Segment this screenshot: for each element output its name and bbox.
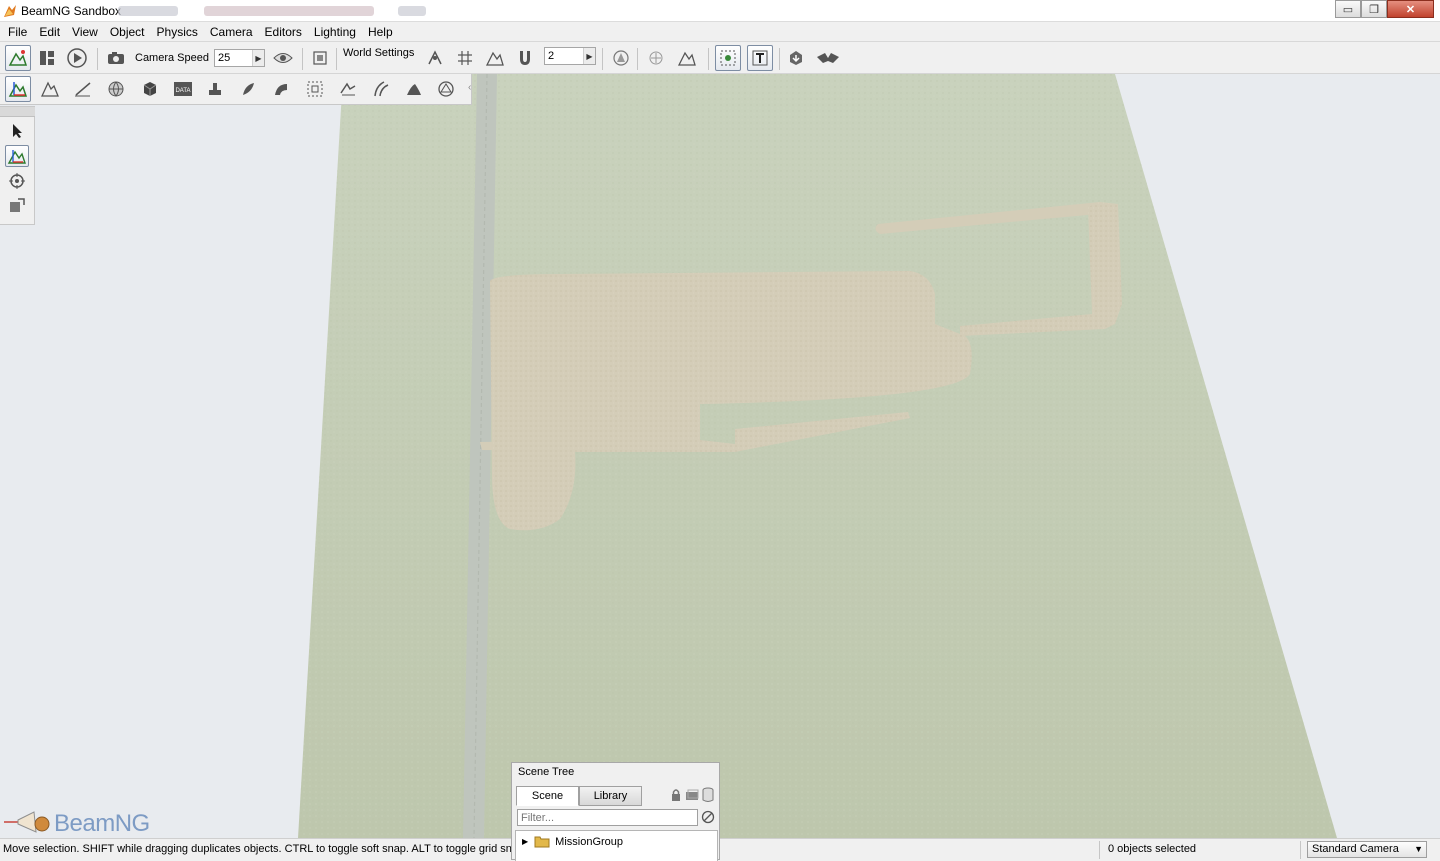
chevron-right-icon[interactable]: ▶ — [583, 48, 595, 64]
tool-palette — [0, 106, 35, 225]
blurred-tabs — [118, 4, 428, 18]
tab-library[interactable]: Library — [579, 786, 642, 806]
world-editor-icon[interactable] — [5, 45, 31, 71]
camera-mode-value: Standard Camera — [1312, 843, 1399, 855]
terrain-view — [298, 74, 1337, 838]
tree-item-label: MissionGroup — [555, 835, 624, 848]
decal-editor-icon[interactable] — [202, 76, 228, 102]
group-icon[interactable] — [685, 787, 699, 803]
camera-speed-field[interactable]: 25 ▶ — [214, 49, 265, 67]
text-mode-icon[interactable] — [747, 45, 773, 71]
terrain-snap-icon[interactable] — [482, 45, 508, 71]
terrain-painter-icon[interactable] — [70, 76, 96, 102]
menu-physics[interactable]: Physics — [151, 22, 204, 42]
menu-view[interactable]: View — [66, 22, 104, 42]
chevron-down-icon[interactable]: ▼ — [1414, 842, 1423, 857]
beamng-app-icon — [4, 5, 16, 17]
world-settings-label[interactable]: World Settings — [343, 47, 414, 59]
logo-mark-icon — [4, 811, 50, 833]
palette-grip[interactable] — [0, 107, 35, 117]
menu-bar: File Edit View Object Physics Camera Edi… — [0, 22, 1440, 42]
tree-item-missiongroup[interactable]: ▶ MissionGroup — [522, 835, 623, 848]
menu-editors[interactable]: Editors — [259, 22, 308, 42]
window-title: BeamNG Sandbox — [21, 4, 122, 18]
3d-viewport[interactable] — [0, 74, 1440, 838]
layout-icon[interactable] — [34, 45, 60, 71]
snap-value-field[interactable]: 2 ▶ — [544, 47, 596, 65]
river-editor-icon[interactable] — [335, 76, 361, 102]
frame-icon[interactable] — [307, 45, 333, 71]
toolbar-collapse-icon[interactable]: ‹ — [468, 82, 471, 93]
camera-speed-label: Camera Speed — [135, 52, 209, 64]
menu-lighting[interactable]: Lighting — [308, 22, 362, 42]
scene-filter-input[interactable] — [517, 809, 698, 826]
eye-icon[interactable] — [270, 45, 296, 71]
clear-filter-icon[interactable] — [701, 809, 715, 825]
menu-file[interactable]: File — [2, 22, 33, 42]
select-arrow-icon[interactable] — [5, 120, 29, 142]
logo-text: BeamNG — [54, 810, 150, 837]
object-snap-icon[interactable] — [674, 45, 700, 71]
terrain-editor-icon[interactable] — [37, 76, 63, 102]
camera-icon[interactable] — [103, 45, 129, 71]
status-message: Move selection. SHIFT while dragging dup… — [3, 843, 511, 855]
menu-camera[interactable]: Camera — [204, 22, 259, 42]
lock-icon[interactable] — [669, 787, 683, 803]
rotate-tool-icon[interactable] — [5, 170, 29, 192]
title-bar: BeamNG Sandbox ▭ ❐ ✕ — [0, 0, 1440, 22]
main-toolbar: Camera Speed 25 ▶ World Settings 2 ▶ — [0, 43, 1440, 74]
scale-tool-icon[interactable] — [5, 195, 29, 217]
convex-editor-icon[interactable] — [302, 76, 328, 102]
mesh-road-editor-icon[interactable] — [268, 76, 294, 102]
camera-speed-value[interactable]: 25 — [215, 50, 252, 66]
expand-arrow-icon[interactable]: ▶ — [522, 837, 528, 846]
menu-edit[interactable]: Edit — [33, 22, 66, 42]
datablock-editor-icon[interactable]: DATA — [170, 76, 196, 102]
camera-mode-select[interactable]: Standard Camera ▼ — [1307, 841, 1427, 858]
magnet-icon[interactable] — [512, 45, 538, 71]
center-icon[interactable] — [643, 45, 669, 71]
forest-editor-icon[interactable] — [235, 76, 261, 102]
bounds-icon[interactable] — [608, 45, 634, 71]
snap-settings-icon[interactable] — [422, 45, 448, 71]
drop-icon[interactable] — [783, 45, 809, 71]
move-tool-icon[interactable] — [5, 145, 29, 167]
scene-tree-title: Scene Tree — [518, 766, 575, 778]
tab-scene[interactable]: Scene — [516, 786, 579, 806]
select-mode-icon[interactable] — [715, 45, 741, 71]
fly-icon[interactable] — [815, 45, 841, 71]
decal-road-editor-icon[interactable] — [401, 76, 427, 102]
scene-tree-list: ▶ MissionGroup — [515, 830, 718, 861]
object-editor-icon[interactable] — [5, 76, 31, 102]
folder-icon — [534, 836, 550, 848]
minimize-button[interactable]: ▭ — [1335, 0, 1361, 18]
editor-toolbar: DATA ‹ — [0, 74, 472, 105]
status-bar: Move selection. SHIFT while dragging dup… — [0, 838, 1440, 860]
grid-icon[interactable] — [452, 45, 478, 71]
beamng-logo: BeamNG — [4, 806, 164, 838]
navmesh-editor-icon[interactable] — [433, 76, 459, 102]
snap-value[interactable]: 2 — [545, 48, 583, 64]
menu-help[interactable]: Help — [362, 22, 399, 42]
selection-count: 0 objects selected — [1108, 843, 1197, 855]
svg-text:DATA: DATA — [175, 88, 190, 94]
menu-object[interactable]: Object — [104, 22, 151, 42]
play-icon[interactable] — [64, 45, 90, 71]
road-editor-icon[interactable] — [368, 76, 394, 102]
close-button[interactable]: ✕ — [1387, 0, 1434, 18]
chevron-right-icon[interactable]: ▶ — [252, 50, 264, 66]
sketch-tool-icon[interactable] — [137, 76, 163, 102]
database-icon[interactable] — [701, 787, 715, 803]
scene-tree-panel: Scene Tree Scene Library ▶ MissionGroup — [511, 762, 720, 861]
material-editor-icon[interactable] — [103, 76, 129, 102]
restore-button[interactable]: ❐ — [1361, 0, 1387, 18]
